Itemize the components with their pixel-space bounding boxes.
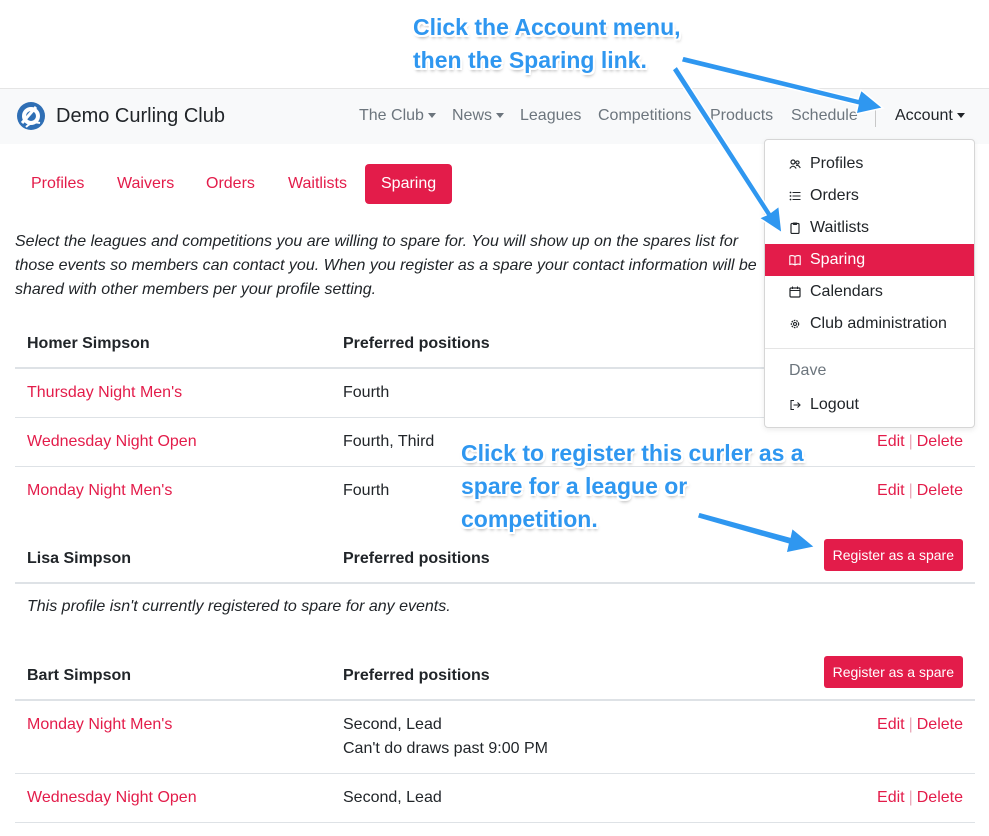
menu-item-sparing[interactable]: Sparing: [765, 244, 974, 276]
menu-divider: [765, 348, 974, 349]
callout-line: spare for a league or: [461, 473, 688, 499]
nav-schedule[interactable]: Schedule: [791, 107, 858, 125]
table-header: Lisa Simpson Preferred positions Registe…: [15, 534, 975, 584]
profile-name: Homer Simpson: [27, 335, 150, 352]
positions-value: Second, Lead: [343, 716, 442, 733]
separator: |: [908, 433, 913, 450]
menu-item-label: Profiles: [810, 155, 864, 172]
table-row: Wednesday Night Open Second, Lead Edit | D…: [15, 774, 975, 823]
nav-label: The Club: [359, 107, 424, 124]
caret-down-icon: [956, 113, 965, 119]
event-link[interactable]: Monday Night Men's: [27, 713, 172, 737]
menu-item-profiles[interactable]: Profiles: [765, 148, 974, 180]
tab-waitlists[interactable]: Waitlists: [272, 164, 363, 204]
separator: |: [908, 482, 913, 499]
delete-link[interactable]: Delete: [917, 789, 963, 806]
edit-link[interactable]: Edit: [877, 482, 905, 499]
register-spare-button[interactable]: Register as a spare: [823, 539, 963, 571]
row-actions: Edit | Delete: [877, 786, 963, 810]
logout-icon: [790, 399, 801, 411]
nav-leagues[interactable]: Leagues: [520, 107, 581, 125]
callout-account-instructions: Click the Account menu, then the Sparing…: [413, 11, 681, 77]
list-icon: [789, 191, 801, 201]
event-link[interactable]: Wednesday Night Open: [27, 430, 197, 454]
curling-logo-icon: [17, 102, 45, 130]
edit-link[interactable]: Edit: [877, 433, 905, 450]
tab-profiles[interactable]: Profiles: [15, 164, 100, 204]
menu-item-label: Waitlists: [810, 219, 869, 236]
caret-down-icon: [496, 113, 505, 119]
nav-label: Account: [895, 107, 953, 124]
menu-item-logout[interactable]: Logout: [765, 389, 974, 421]
callout-register-instructions: Click to register this curler as a spare…: [461, 437, 804, 536]
nav-news[interactable]: News: [452, 107, 505, 125]
event-link[interactable]: Monday Night Men's: [27, 479, 172, 503]
navbar: Demo Curling Club The Club News Leagues …: [0, 88, 989, 144]
positions-value: Fourth, Third: [343, 433, 435, 450]
calendar-icon: [789, 286, 801, 298]
page: Demo Curling Club The Club News Leagues …: [0, 0, 989, 836]
separator: |: [908, 789, 913, 806]
brand[interactable]: Demo Curling Club: [16, 101, 225, 131]
availability-note: Can't do draws past 9:00 PM: [343, 740, 548, 757]
nav-divider: [875, 109, 876, 127]
caret-down-icon: [427, 113, 436, 119]
account-dropdown-menu: Profiles Orders Waitlists Sparing Calend…: [764, 139, 975, 428]
people-icon: [789, 159, 801, 169]
delete-link[interactable]: Delete: [917, 482, 963, 499]
book-icon: [789, 255, 801, 266]
profile-name: Bart Simpson: [27, 667, 132, 684]
empty-note: This profile isn't currently registered …: [27, 598, 451, 615]
event-link[interactable]: Wednesday Night Open: [27, 786, 197, 810]
menu-user-name: Dave: [789, 362, 827, 379]
event-link[interactable]: Thursday Night Men's: [27, 381, 182, 405]
menu-item-label: Orders: [810, 187, 859, 204]
gear-icon: [790, 319, 800, 329]
menu-item-label: Logout: [810, 396, 859, 413]
positions-header: Preferred positions: [343, 550, 490, 567]
delete-link[interactable]: Delete: [917, 716, 963, 733]
clipboard-icon: [790, 222, 800, 234]
tab-sparing[interactable]: Sparing: [365, 164, 453, 204]
callout-line: competition.: [461, 506, 598, 532]
brand-name: Demo Curling Club: [56, 104, 225, 127]
separator: |: [908, 716, 913, 733]
callout-line: Click the Account menu,: [413, 14, 681, 40]
nav-label: News: [452, 107, 493, 124]
tab-orders[interactable]: Orders: [190, 164, 271, 204]
positions-value: Second, Lead: [343, 789, 442, 806]
menu-item-label: Club administration: [810, 315, 947, 332]
edit-link[interactable]: Edit: [877, 789, 905, 806]
nav-account[interactable]: Account: [895, 107, 965, 125]
tab-waivers[interactable]: Waivers: [101, 164, 190, 204]
intro-text: Select the leagues and competitions you …: [15, 233, 757, 298]
nav-the-club[interactable]: The Club: [359, 107, 436, 125]
positions-header: Preferred positions: [343, 335, 490, 352]
menu-item-waitlists[interactable]: Waitlists: [765, 212, 974, 244]
menu-item-calendars[interactable]: Calendars: [765, 276, 974, 308]
menu-item-label: Calendars: [810, 283, 883, 300]
delete-link[interactable]: Delete: [917, 433, 963, 450]
row-actions: Edit | Delete: [877, 713, 963, 737]
register-spare-button[interactable]: Register as a spare: [823, 656, 963, 688]
profile-name: Lisa Simpson: [27, 550, 132, 567]
menu-item-label: Sparing: [810, 251, 866, 268]
nav-competitions[interactable]: Competitions: [598, 107, 691, 125]
menu-item-orders[interactable]: Orders: [765, 180, 974, 212]
row-actions: Edit | Delete: [877, 479, 963, 503]
callout-line: Click to register this curler as a: [461, 440, 804, 466]
positions-header: Preferred positions: [343, 667, 490, 684]
edit-link[interactable]: Edit: [877, 716, 905, 733]
table-header: Bart Simpson Preferred positions Registe…: [15, 650, 975, 701]
positions-value: Fourth: [343, 482, 390, 499]
callout-line: then the Sparing link.: [413, 47, 647, 73]
menu-item-club-administration[interactable]: Club administration: [765, 308, 974, 340]
nav-products[interactable]: Products: [710, 107, 773, 125]
row-actions: Edit | Delete: [877, 430, 963, 454]
table-row: Monday Night Men's Second, Lead Can't do…: [15, 701, 975, 774]
positions-value: Fourth: [343, 384, 390, 401]
